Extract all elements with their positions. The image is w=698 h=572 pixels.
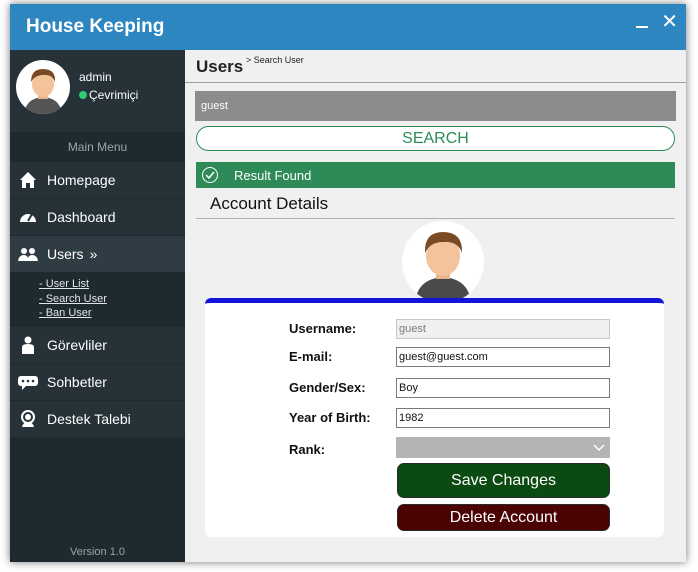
dashboard-icon — [18, 207, 38, 227]
sidebar-item-gorevliler[interactable]: Görevliler — [10, 326, 185, 364]
sidebar-item-homepage[interactable]: Homepage — [10, 162, 185, 199]
sidebar-item-label: Görevliler — [47, 336, 107, 353]
sidebar-item-label: Destek Talebi — [47, 410, 131, 427]
users-icon — [18, 244, 38, 264]
divider — [185, 82, 686, 83]
year-of-birth-field[interactable] — [396, 408, 610, 428]
users-submenu: - User List - Search User - Ban User — [10, 273, 185, 327]
email-field[interactable] — [396, 347, 610, 367]
profile-panel: admin Çevrimiçi — [10, 50, 185, 132]
account-details-title: Account Details — [210, 194, 329, 213]
account-form-card: Username: E-mail: Gender/Sex: Year of Bi… — [205, 298, 664, 537]
menu-title: Main Menu — [10, 132, 185, 162]
sidebar: House Keeping admin Çevrimiçi Main Menu — [10, 4, 185, 562]
home-icon — [18, 170, 38, 190]
title-bar: ✕ — [185, 4, 686, 50]
app-title: House Keeping — [10, 4, 185, 50]
sidebar-item-users[interactable]: Users » — [10, 236, 185, 273]
profile-status: Çevrimiçi — [79, 88, 138, 102]
profile-name: admin — [79, 70, 112, 84]
submenu-search-user[interactable]: - Search User — [39, 292, 185, 307]
divider — [196, 218, 675, 219]
email-label: E-mail: — [289, 349, 333, 364]
minimize-icon[interactable] — [636, 26, 648, 28]
sidebar-item-destek-talebi[interactable]: Destek Talebi — [10, 400, 185, 438]
search-button[interactable]: SEARCH — [196, 126, 675, 151]
app-window: House Keeping admin Çevrimiçi Main Menu — [10, 4, 686, 562]
check-circle-icon — [202, 167, 218, 183]
avatar — [16, 60, 70, 114]
person-icon — [18, 335, 38, 355]
sidebar-item-label: Homepage — [47, 172, 116, 188]
version-label: Version 1.0 — [69, 546, 126, 558]
rank-label: Rank: — [289, 442, 326, 457]
gender-field[interactable] — [396, 378, 610, 398]
submenu-user-list[interactable]: - User List — [39, 277, 185, 292]
double-chevron-icon: » — [89, 246, 98, 262]
breadcrumb: > Search User — [246, 55, 304, 65]
submenu-ban-user[interactable]: - Ban User — [39, 306, 185, 321]
sidebar-item-sohbetler[interactable]: Sohbetler — [10, 363, 185, 401]
username-field — [396, 319, 610, 339]
sidebar-item-label: Dashboard — [47, 209, 116, 225]
save-changes-button[interactable]: Save Changes — [397, 463, 610, 498]
rank-select[interactable] — [396, 437, 610, 458]
account-avatar — [402, 221, 484, 303]
profile-status-label: Çevrimiçi — [89, 88, 139, 102]
sidebar-item-label: Users — [47, 246, 84, 262]
online-dot-icon — [79, 91, 87, 99]
sidebar-item-dashboard[interactable]: Dashboard — [10, 199, 185, 236]
gender-label: Gender/Sex: — [289, 380, 366, 395]
username-label: Username: — [289, 321, 357, 336]
search-input[interactable] — [195, 91, 676, 121]
sidebar-item-label: Sohbetler — [47, 373, 107, 390]
year-of-birth-label: Year of Birth: — [289, 410, 371, 425]
main-content: ✕ Users > Search User SEARCH Result Foun… — [185, 4, 686, 562]
close-icon[interactable]: ✕ — [661, 9, 678, 34]
delete-account-button[interactable]: Delete Account — [397, 504, 610, 531]
result-message: Result Found — [234, 167, 312, 183]
result-banner: Result Found — [196, 162, 675, 188]
support-icon — [18, 409, 38, 429]
chat-icon — [18, 372, 38, 392]
page-title: Users — [196, 57, 244, 76]
chevron-down-icon — [593, 440, 605, 458]
